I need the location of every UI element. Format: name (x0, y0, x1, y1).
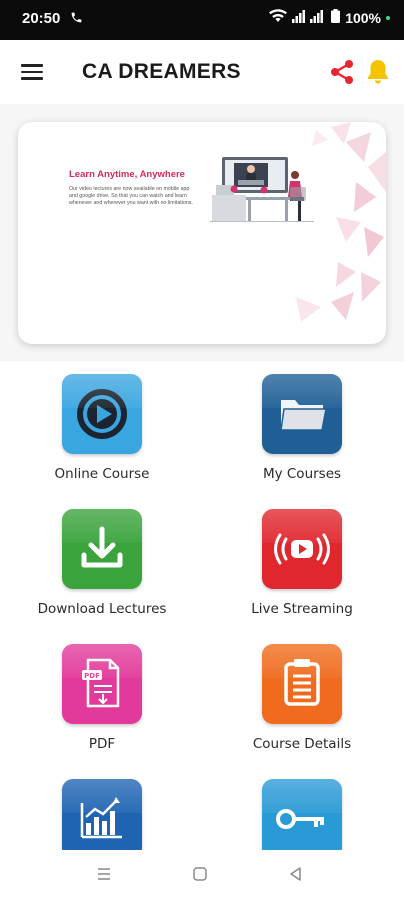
signal-icon (292, 9, 326, 26)
menu-item-course-details[interactable]: Course Details (202, 644, 402, 752)
battery-icon (331, 9, 341, 26)
menu-label-online-course: Online Course (54, 466, 150, 482)
app-bar: CA DREAMERS (0, 40, 404, 104)
key-icon (262, 779, 342, 859)
menu-item-my-courses[interactable]: My Courses (202, 374, 402, 482)
notification-dot (386, 15, 390, 20)
menu-item-online-course[interactable]: Online Course (2, 374, 202, 482)
live-stream-icon (262, 509, 342, 589)
chart-icon (62, 779, 142, 859)
phone-icon (70, 11, 83, 29)
status-bar: 20:50 100% (0, 0, 404, 40)
back-icon[interactable] (288, 866, 304, 887)
home-icon[interactable] (192, 866, 208, 887)
app-title: CA DREAMERS (82, 60, 241, 83)
menu-item-live-streaming[interactable]: Live Streaming (202, 509, 402, 617)
battery-text: 100% (345, 9, 381, 26)
download-icon (62, 509, 142, 589)
play-circle-icon (62, 374, 142, 454)
system-nav-bar (0, 850, 404, 900)
banner-title: Learn Anytime, Anywhere (69, 169, 185, 180)
status-time: 20:50 (22, 10, 61, 27)
wifi-icon (269, 9, 288, 26)
menu-label-live-streaming: Live Streaming (251, 601, 353, 617)
promo-banner[interactable]: Learn Anytime, Anywhere Our video lectur… (18, 122, 386, 344)
banner-area: Learn Anytime, Anywhere Our video lectur… (0, 104, 404, 362)
menu-item-download-lectures[interactable]: Download Lectures (2, 509, 202, 617)
folder-icon (262, 374, 342, 454)
pdf-icon: PDF (62, 644, 142, 724)
menu-label-pdf: PDF (88, 736, 116, 752)
menu-label-my-courses: My Courses (262, 466, 342, 482)
menu-label-download-lectures: Download Lectures (37, 601, 167, 617)
video-lecture-illustration (210, 157, 314, 222)
recent-apps-icon[interactable] (96, 866, 112, 887)
svg-text:PDF: PDF (84, 672, 100, 680)
menu-item-pdf[interactable]: PDF PDF (2, 644, 202, 752)
clipboard-icon (262, 644, 342, 724)
share-icon[interactable] (330, 59, 354, 90)
bell-icon[interactable] (366, 58, 390, 90)
banner-text: Our video lectures are now available on … (69, 186, 193, 206)
menu-label-course-details: Course Details (252, 736, 352, 752)
menu-icon[interactable] (21, 64, 43, 80)
